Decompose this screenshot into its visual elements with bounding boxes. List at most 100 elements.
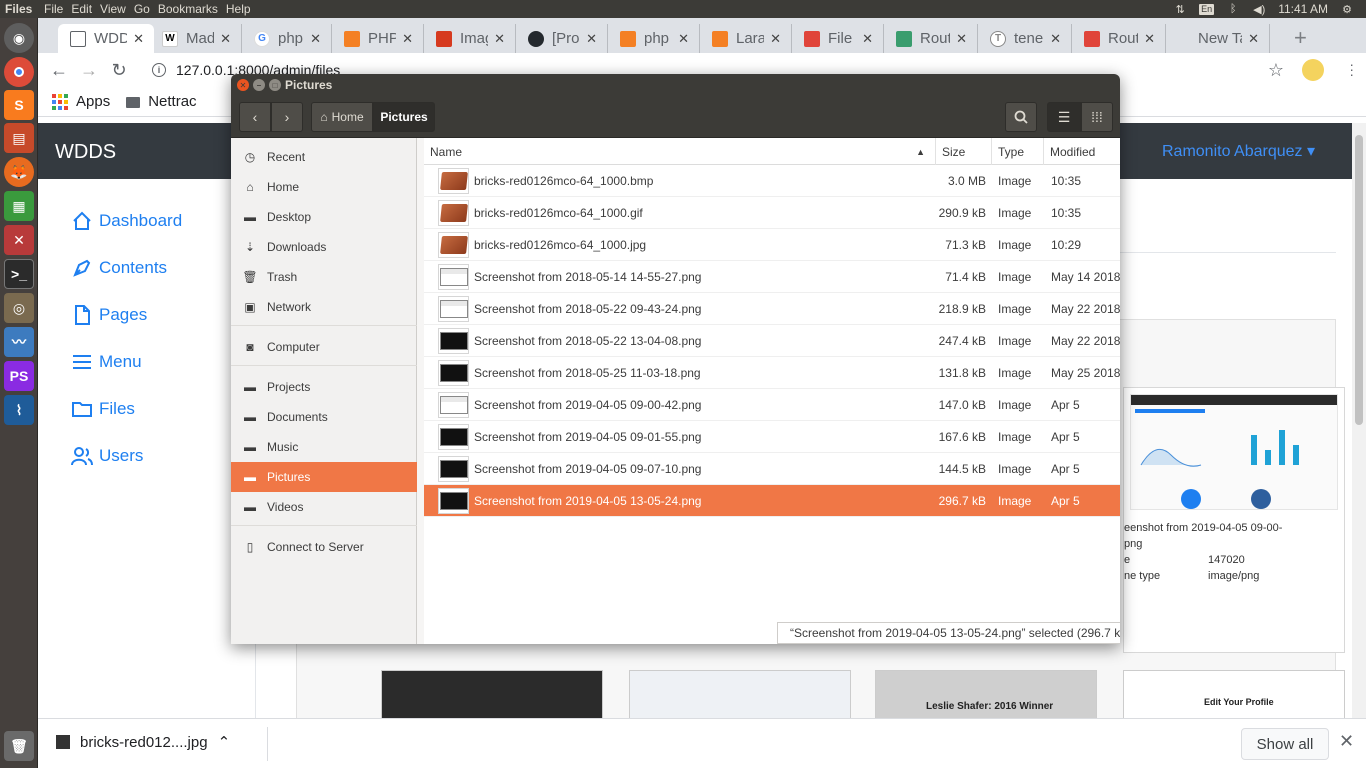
files-icon[interactable]: ▤ <box>4 123 34 153</box>
file-row[interactable]: Screenshot from 2019-04-05 09-01-55.png 1… <box>424 421 1120 453</box>
place-connect-to-server[interactable]: ▯ Connect to Server <box>231 532 417 562</box>
trash-icon[interactable]: 🗑 <box>4 731 34 761</box>
close-icon[interactable]: ✕ <box>310 31 321 47</box>
close-icon[interactable]: ✕ <box>770 31 781 47</box>
breadcrumb-home[interactable]: ⌂ Home <box>311 102 373 132</box>
media-thumbnail[interactable]: Edit Your Profile <box>1123 670 1345 718</box>
place-network[interactable]: ▣ Network <box>231 292 417 322</box>
file-row[interactable]: Screenshot from 2018-05-25 11-03-18.png 1… <box>424 357 1120 389</box>
file-row[interactable]: bricks-red0126mco-64_1000.bmp 3.0 MB Image… <box>424 165 1120 197</box>
bookmark-star-icon[interactable]: ☆ <box>1268 60 1284 81</box>
tab-12[interactable]: Rout ✕ <box>1072 24 1166 53</box>
close-icon[interactable]: ✕ <box>1339 731 1354 752</box>
gimp-icon[interactable]: ◎ <box>4 293 34 323</box>
close-icon[interactable]: ✕ <box>494 31 505 47</box>
tab-10[interactable]: Rout ✕ <box>884 24 978 53</box>
forward-arrow-icon[interactable]: → <box>74 55 104 85</box>
tab-4[interactable]: PHP ✕ <box>332 24 424 53</box>
maximize-window-icon[interactable]: □ <box>269 79 281 91</box>
tab-5[interactable]: Imag ✕ <box>424 24 516 53</box>
menu-go[interactable]: Go <box>130 2 154 16</box>
user-dropdown[interactable]: Ramonito Abarquez ▾ <box>1162 141 1315 161</box>
close-icon[interactable]: ✕ <box>220 31 231 47</box>
sublime-text-icon[interactable]: S <box>4 90 34 120</box>
tab-3[interactable]: G php ✕ <box>242 24 332 53</box>
place-pictures[interactable]: ▬ Pictures <box>231 462 417 492</box>
scrollbar-thumb[interactable] <box>1355 135 1363 425</box>
place-videos[interactable]: ▬ Videos <box>231 492 417 522</box>
list-view-icon[interactable]: ☰ <box>1047 102 1081 132</box>
reload-icon[interactable]: ↻ <box>104 55 134 85</box>
file-row[interactable]: Screenshot from 2018-05-22 13-04-08.png 2… <box>424 325 1120 357</box>
kebab-menu-icon[interactable]: · · · <box>1349 57 1354 81</box>
tab-wdds[interactable]: WDD ✕ <box>58 24 154 53</box>
place-desktop[interactable]: ▬ Desktop <box>231 202 417 232</box>
file-row[interactable]: Screenshot from 2019-04-05 09-00-42.png 1… <box>424 389 1120 421</box>
menu-file[interactable]: File <box>40 2 67 16</box>
phpstorm-icon[interactable]: PS <box>4 361 34 391</box>
system-monitor-icon[interactable]: 〰 <box>4 327 34 357</box>
search-icon[interactable] <box>1005 102 1037 132</box>
place-downloads[interactable]: ⇣ Downloads <box>231 232 417 262</box>
brand-logo[interactable]: WDDS <box>55 141 116 164</box>
show-all-button[interactable]: Show all <box>1241 728 1329 760</box>
column-size[interactable]: Size <box>936 138 992 165</box>
ubuntu-dash-icon[interactable]: ◉ <box>4 23 34 53</box>
tab-8[interactable]: Lara ✕ <box>700 24 792 53</box>
keyboard-layout-indicator[interactable]: En <box>1199 3 1215 15</box>
file-row[interactable]: Screenshot from 2018-05-22 09-43-24.png 2… <box>424 293 1120 325</box>
grid-view-icon[interactable]: ⁞⁞⁞ <box>1081 102 1113 132</box>
tab-11[interactable]: T tene ✕ <box>978 24 1072 53</box>
place-music[interactable]: ▬ Music <box>231 432 417 462</box>
column-modified[interactable]: Modified <box>1044 138 1120 165</box>
chrome-icon[interactable] <box>4 57 34 87</box>
settings-tool-icon[interactable]: ✕ <box>4 225 34 255</box>
file-row[interactable]: Screenshot from 2019-04-05 09-07-10.png 1… <box>424 453 1120 485</box>
back-arrow-icon[interactable]: ← <box>44 55 74 85</box>
column-type[interactable]: Type <box>992 138 1044 165</box>
bluetooth-icon[interactable]: ᛒ <box>1226 3 1240 16</box>
menu-bookmarks[interactable]: Bookmarks <box>154 2 222 16</box>
media-thumbnail[interactable]: Leslie Shafer: 2016 Winner <box>875 670 1097 718</box>
close-icon[interactable]: ✕ <box>1144 31 1155 47</box>
sidebar-item-dashboard[interactable]: Dashboard <box>71 210 182 232</box>
sidebar-item-users[interactable]: Users <box>71 445 143 467</box>
clock[interactable]: 11:41 AM <box>1278 2 1328 16</box>
site-info-icon[interactable]: i <box>152 63 166 77</box>
tab-9[interactable]: File ✕ <box>792 24 884 53</box>
place-computer[interactable]: ◙ Computer <box>231 332 417 362</box>
network-updown-icon[interactable]: ⇅ <box>1173 3 1187 16</box>
close-icon[interactable]: ✕ <box>862 31 873 47</box>
page-scrollbar[interactable] <box>1352 123 1366 718</box>
bookmark-apps[interactable]: Apps <box>52 93 110 111</box>
download-item[interactable]: bricks-red012....jpg ⌃ <box>56 733 230 751</box>
close-icon[interactable]: ✕ <box>402 31 413 47</box>
chevron-up-icon[interactable]: ⌃ <box>218 733 231 751</box>
close-icon[interactable]: ✕ <box>586 31 597 47</box>
close-icon[interactable]: ✕ <box>1248 31 1259 47</box>
window-titlebar[interactable]: ✕ – □ Pictures <box>231 74 1120 96</box>
tab-2[interactable]: W Mad ✕ <box>150 24 242 53</box>
close-icon[interactable]: ✕ <box>956 31 967 47</box>
new-tab-button[interactable]: + <box>1294 25 1307 51</box>
close-icon[interactable]: ✕ <box>133 31 144 47</box>
tab-7[interactable]: php ✕ <box>608 24 700 53</box>
media-detail-card[interactable]: eenshot from 2019-04-05 09-00- png e 147… <box>1123 387 1345 653</box>
menu-edit[interactable]: Edit <box>67 2 96 16</box>
back-chevron-icon[interactable]: ‹ <box>239 102 271 132</box>
place-projects[interactable]: ▬ Projects <box>231 372 417 402</box>
sidebar-item-files[interactable]: Files <box>71 398 135 420</box>
sidebar-item-pages[interactable]: Pages <box>71 304 147 326</box>
media-thumbnail[interactable] <box>629 670 851 718</box>
tab-new-tab[interactable]: New Tab ✕ <box>1166 24 1270 53</box>
minimize-window-icon[interactable]: – <box>253 79 265 91</box>
place-documents[interactable]: ▬ Documents <box>231 402 417 432</box>
place-recent[interactable]: ◷ Recent <box>231 142 417 172</box>
place-home[interactable]: ⌂ Home <box>231 172 417 202</box>
menu-help[interactable]: Help <box>222 2 255 16</box>
file-row[interactable]: Screenshot from 2019-04-05 13-05-24.png 2… <box>424 485 1120 517</box>
power-gear-icon[interactable]: ⚙ <box>1340 3 1354 16</box>
menu-view[interactable]: View <box>96 2 130 16</box>
media-thumbnail[interactable] <box>381 670 603 718</box>
file-row[interactable]: bricks-red0126mco-64_1000.gif 290.9 kB Ima… <box>424 197 1120 229</box>
